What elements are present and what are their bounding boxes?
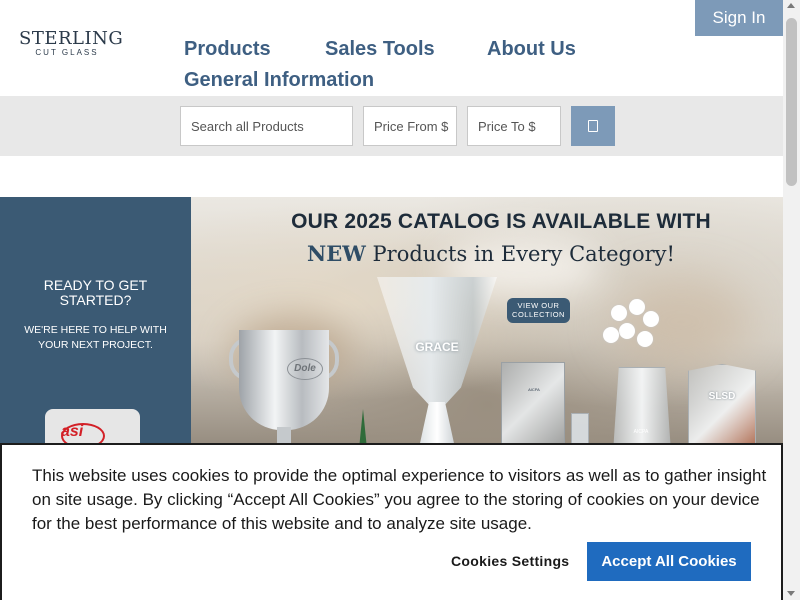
- hero-help-text: WE'RE HERE TO HELP WITH YOUR NEXT PROJEC…: [24, 324, 167, 351]
- white-orchid-image: [599, 297, 669, 367]
- orchid-flower: [603, 327, 619, 343]
- glass-plaque-image: AICPA: [501, 362, 565, 447]
- nav-item-about-us[interactable]: About Us: [487, 38, 576, 61]
- sign-in-button[interactable]: Sign In: [695, 0, 783, 36]
- hero-new-word: NEW: [307, 241, 366, 266]
- hero-banner[interactable]: OUR 2025 CATALOG IS AVAILABLE WITH NEW P…: [191, 197, 783, 457]
- price-from-input[interactable]: Price From $: [363, 106, 457, 146]
- logo-subtitle: CUT GLASS: [35, 48, 99, 57]
- hero-headline: OUR 2025 CATALOG IS AVAILABLE WITH: [291, 210, 711, 233]
- search-icon: [588, 120, 598, 132]
- hero-subheadline-rest: Products in Every Category!: [365, 242, 675, 266]
- nav-item-general-information[interactable]: General Information: [184, 69, 374, 92]
- scroll-up-arrow-icon[interactable]: [787, 3, 795, 8]
- nav-item-sales-tools[interactable]: Sales Tools: [325, 38, 435, 61]
- crystal-vase-label: GRACE: [415, 340, 459, 354]
- hero-cta-panel: READY TO GET STARTED? WE'RE HERE TO HELP…: [0, 197, 191, 457]
- hero-subheadline: NEW Products in Every Category!: [191, 241, 783, 266]
- accept-all-cookies-button[interactable]: Accept All Cookies: [587, 542, 751, 581]
- cookie-banner-text: This website uses cookies to provide the…: [32, 466, 767, 533]
- scrollbar-thumb[interactable]: [786, 18, 797, 186]
- flower-vase-engraving: AICPA: [633, 429, 649, 435]
- slsd-award-image: [688, 364, 756, 449]
- asi-logo-text: asi: [61, 423, 84, 440]
- orchid-flower: [643, 311, 659, 327]
- logo-wordmark: STERLING: [19, 28, 124, 49]
- hero-ready-heading: READY TO GET STARTED?: [43, 277, 148, 308]
- orchid-flower: [637, 331, 653, 347]
- scroll-down-arrow-icon[interactable]: [787, 591, 795, 596]
- search-input[interactable]: Search all Products: [180, 106, 353, 146]
- glass-flower-vase-image: [613, 367, 671, 452]
- logo[interactable]: STERLING CUT GLASS: [19, 28, 124, 58]
- trophy-cup-image: [239, 330, 329, 430]
- search-button[interactable]: [571, 106, 615, 146]
- page-scrollbar[interactable]: [783, 0, 800, 600]
- nav-item-products[interactable]: Products: [184, 38, 271, 61]
- slsd-award-label: SLSD: [708, 391, 736, 402]
- page: STERLING CUT GLASS Sign In Products Sale…: [0, 0, 800, 600]
- orchid-flower: [611, 305, 627, 321]
- orchid-flower: [629, 299, 645, 315]
- cookies-settings-button[interactable]: Cookies Settings: [451, 553, 569, 569]
- price-to-input[interactable]: Price To $: [467, 106, 561, 146]
- trophy-cup-label: Dole: [287, 358, 323, 380]
- view-collection-button[interactable]: VIEW OUR COLLECTION: [507, 298, 570, 323]
- cookie-banner: This website uses cookies to provide the…: [0, 443, 783, 600]
- plaque-engraving: AICPA: [528, 387, 540, 392]
- orchid-flower: [619, 323, 635, 339]
- search-bar: Search all Products Price From $ Price T…: [0, 96, 783, 156]
